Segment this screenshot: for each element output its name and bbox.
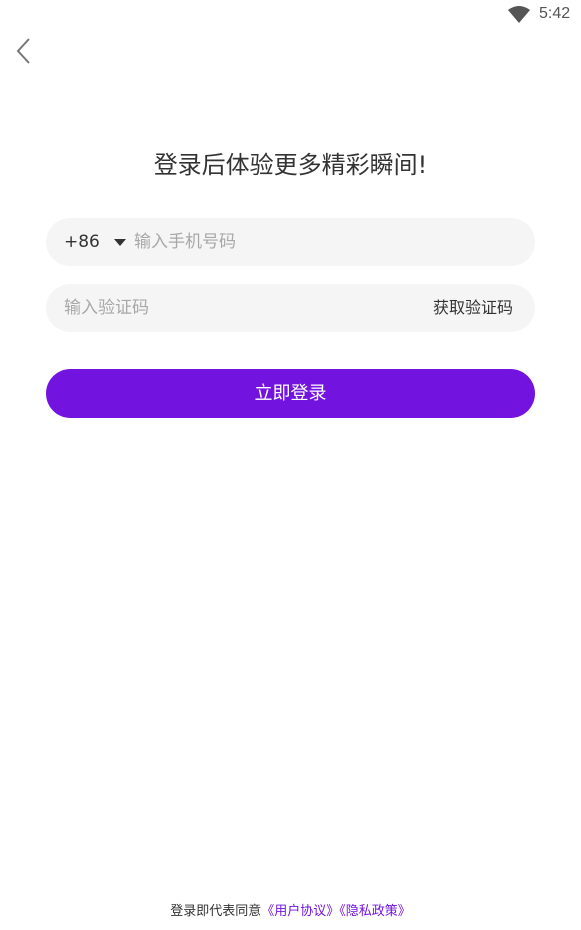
phone-field: +86 (46, 218, 535, 266)
agreement-prefix: 登录即代表同意 (170, 904, 262, 919)
page-title: 登录后体验更多精彩瞬间! (153, 151, 428, 179)
privacy-policy-link[interactable]: 《隐私政策》 (339, 904, 411, 919)
verification-code-field: 获取验证码 (46, 284, 535, 332)
agreement-text: 登录即代表同意《用户协议》《隐私政策》 (0, 900, 581, 919)
status-bar: 5:42 (0, 0, 581, 32)
phone-input[interactable] (134, 218, 514, 266)
user-agreement-link[interactable]: 《用户协议》 (261, 904, 339, 919)
back-chevron-icon[interactable] (12, 36, 36, 66)
caret-down-icon (113, 238, 126, 246)
login-button[interactable]: 立即登录 (46, 369, 535, 418)
wifi-icon (508, 6, 530, 23)
verification-code-input[interactable] (64, 284, 384, 332)
status-time: 5:42 (539, 5, 571, 22)
get-code-button[interactable]: 获取验证码 (433, 284, 513, 332)
country-code-selector[interactable]: +86 (64, 218, 126, 266)
country-code: +86 (64, 232, 100, 252)
